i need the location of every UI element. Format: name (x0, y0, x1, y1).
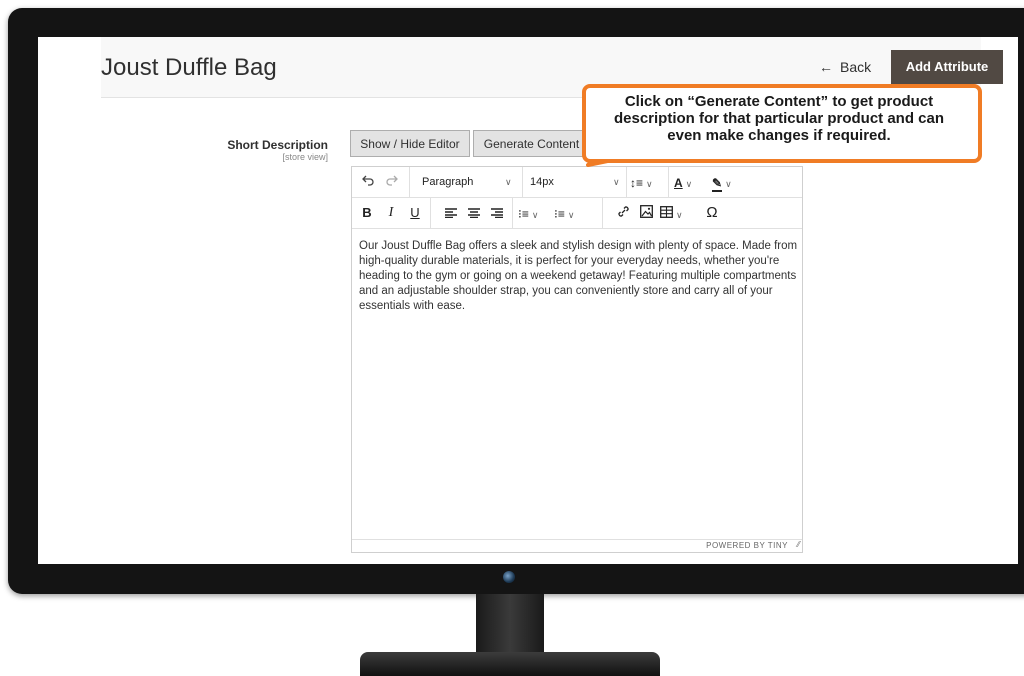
special-character-icon[interactable]: Ω (702, 198, 722, 228)
toolbar-separator (668, 167, 669, 197)
bullet-list-icon: ⁝≡ (554, 207, 565, 221)
chevron-down-icon: ∨ (505, 177, 512, 187)
align-left-icon[interactable] (442, 198, 460, 228)
callout-text: Click on “Generate Content” to get produ… (613, 93, 945, 144)
chevron-down-icon: ∨ (685, 179, 693, 189)
show-hide-editor-button[interactable]: Show / Hide Editor (350, 130, 470, 157)
align-right-icon[interactable] (488, 198, 506, 228)
italic-icon[interactable]: I (382, 198, 400, 228)
back-button[interactable]: ← Back (819, 59, 871, 75)
page-title: Joust Duffle Bag (101, 54, 277, 81)
line-height-button[interactable]: ↕≡ ∨ (630, 167, 664, 197)
link-icon[interactable] (614, 198, 632, 228)
arrow-left-icon: ← (819, 59, 833, 75)
editor-content[interactable]: Our Joust Duffle Bag offers a sleek and … (359, 239, 799, 314)
highlighter-icon: ✎ (712, 176, 723, 192)
powered-by-label[interactable]: POWERED BY TINY (706, 541, 788, 550)
toolbar-separator (512, 198, 513, 228)
field-scope: [store view] (282, 152, 328, 162)
undo-icon[interactable] (358, 167, 378, 197)
add-attribute-button[interactable]: Add Attribute (891, 50, 1003, 84)
chevron-down-icon: ∨ (676, 210, 683, 220)
rich-text-editor: Paragraph ∨ 14px ∨ ↕≡ ∨ A ∨ ✎ ∨ B I U ⁝≡… (351, 166, 803, 553)
line-height-icon: ↕≡ (630, 176, 644, 190)
monitor-stand-base (360, 652, 660, 676)
toolbar-separator (522, 167, 523, 197)
chevron-down-icon: ∨ (725, 179, 732, 189)
image-icon[interactable] (637, 198, 655, 228)
resize-handle-icon[interactable]: ⁄⁄ (797, 540, 800, 549)
toolbar-separator (602, 198, 603, 228)
bullet-list-button[interactable]: ⁝≡ ∨ (554, 198, 590, 228)
table-button[interactable]: ∨ (660, 198, 694, 228)
font-size-select[interactable]: 14px ∨ (524, 167, 624, 197)
toolbar-separator (409, 167, 410, 197)
underline-icon[interactable]: U (406, 198, 424, 228)
chevron-down-icon: ∨ (567, 210, 575, 220)
redo-icon[interactable] (382, 167, 402, 197)
back-label: Back (840, 59, 872, 75)
background-color-button[interactable]: ✎ ∨ (712, 167, 748, 197)
bold-icon[interactable]: B (358, 198, 376, 228)
callout-pointer-mask (595, 142, 635, 150)
toolbar-row-2: B I U ⁝≡ ∨ ⁝≡ ∨ ∨ Ω (352, 198, 802, 229)
block-format-value: Paragraph (422, 176, 474, 188)
chevron-down-icon: ∨ (646, 179, 653, 189)
webcam-icon (503, 571, 515, 583)
block-format-select[interactable]: Paragraph ∨ (414, 167, 524, 197)
field-label: Short Description (227, 138, 328, 152)
toolbar-separator (430, 198, 431, 228)
chevron-down-icon: ∨ (531, 210, 539, 220)
numbered-list-button[interactable]: ⁝≡ ∨ (518, 198, 552, 228)
chevron-down-icon: ∨ (613, 177, 620, 187)
numbered-list-icon: ⁝≡ (518, 207, 529, 221)
text-color-button[interactable]: A ∨ (674, 167, 708, 197)
toolbar-separator (626, 167, 627, 197)
generate-content-button[interactable]: Generate Content (473, 130, 590, 157)
table-icon (660, 206, 673, 218)
text-color-icon: A (674, 176, 683, 190)
font-size-value: 14px (530, 176, 554, 188)
toolbar-row-1: Paragraph ∨ 14px ∨ ↕≡ ∨ A ∨ ✎ ∨ (352, 167, 802, 198)
monitor-stand-neck (476, 594, 544, 656)
editor-status-bar: POWERED BY TINY ⁄⁄ (352, 539, 802, 552)
align-center-icon[interactable] (465, 198, 483, 228)
callout-box: Click on “Generate Content” to get produ… (582, 84, 982, 163)
